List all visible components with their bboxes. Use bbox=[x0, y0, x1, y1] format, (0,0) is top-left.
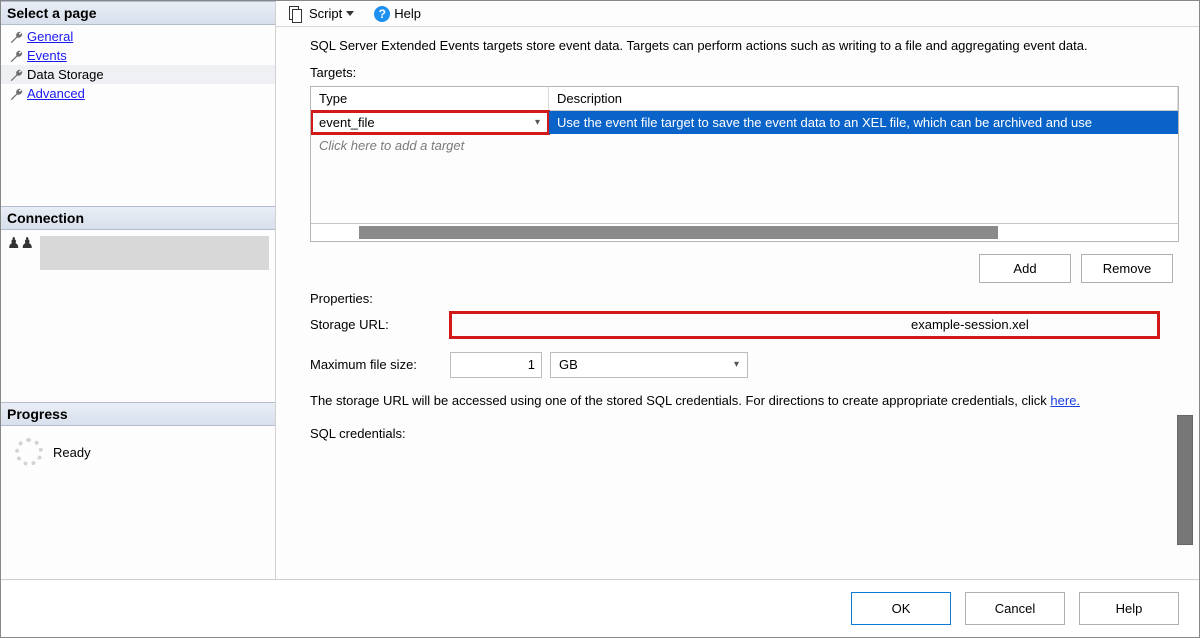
select-page-header: Select a page bbox=[1, 1, 275, 25]
progress-body: Ready bbox=[1, 426, 275, 486]
page-list: General Events Data Storage bbox=[1, 25, 275, 113]
chevron-down-icon bbox=[346, 11, 354, 16]
storage-url-input[interactable]: example-session.xel bbox=[450, 312, 1159, 338]
page-item-events[interactable]: Events bbox=[1, 46, 275, 65]
properties-header: Properties: bbox=[310, 291, 1179, 306]
left-pane: Select a page General Events bbox=[1, 1, 276, 579]
page-item-label: Advanced bbox=[27, 86, 85, 101]
page-item-label: General bbox=[27, 29, 73, 44]
wrench-icon bbox=[9, 30, 23, 44]
sql-credentials-label: SQL credentials: bbox=[310, 426, 1179, 441]
help-icon: ? bbox=[374, 6, 390, 22]
targets-grid: Type Description event_file ▾ Use the ev… bbox=[310, 86, 1179, 242]
progress-header: Progress bbox=[1, 402, 275, 426]
page-item-label: Data Storage bbox=[27, 67, 104, 82]
max-file-size-input[interactable] bbox=[450, 352, 542, 378]
page-item-advanced[interactable]: Advanced bbox=[1, 84, 275, 103]
targets-label: Targets: bbox=[310, 65, 1179, 80]
connection-icon: ♟♟ bbox=[7, 236, 34, 251]
type-value: event_file bbox=[319, 115, 375, 130]
storage-url-value: example-session.xel bbox=[911, 317, 1029, 332]
connection-header: Connection bbox=[1, 206, 275, 230]
page-item-label: Events bbox=[27, 48, 67, 63]
chevron-down-icon: ▾ bbox=[535, 117, 540, 128]
horizontal-scrollbar[interactable] bbox=[311, 223, 1178, 241]
page-description: SQL Server Extended Events targets store… bbox=[310, 37, 1179, 55]
spinner-icon bbox=[15, 438, 43, 466]
wrench-icon bbox=[9, 87, 23, 101]
script-label: Script bbox=[309, 6, 342, 21]
script-button[interactable]: Script bbox=[282, 3, 361, 25]
grid-header: Type Description bbox=[311, 87, 1178, 111]
storage-note: The storage URL will be accessed using o… bbox=[310, 392, 1179, 410]
help-button-bottom[interactable]: Help bbox=[1079, 592, 1179, 625]
vertical-scrollbar[interactable] bbox=[1177, 415, 1193, 545]
description-cell: Use the event file target to save the ev… bbox=[549, 111, 1178, 134]
script-icon bbox=[289, 6, 305, 22]
storage-url-label: Storage URL: bbox=[310, 317, 450, 332]
cancel-button[interactable]: Cancel bbox=[965, 592, 1065, 625]
connection-value bbox=[40, 236, 269, 270]
help-button[interactable]: ? Help bbox=[367, 3, 428, 25]
max-file-size-label: Maximum file size: bbox=[310, 357, 450, 372]
wrench-icon bbox=[9, 49, 23, 63]
connection-body: ♟♟ bbox=[1, 230, 275, 310]
storage-note-link[interactable]: here. bbox=[1050, 393, 1080, 408]
table-row[interactable]: event_file ▾ Use the event file target t… bbox=[311, 111, 1178, 134]
add-button[interactable]: Add bbox=[979, 254, 1071, 283]
page-item-general[interactable]: General bbox=[1, 27, 275, 46]
storage-note-text: The storage URL will be accessed using o… bbox=[310, 393, 1050, 408]
help-label: Help bbox=[394, 6, 421, 21]
page-item-data-storage[interactable]: Data Storage bbox=[1, 65, 275, 84]
type-cell[interactable]: event_file ▾ bbox=[311, 111, 549, 134]
main-pane: Script ? Help SQL Server Extended Events… bbox=[276, 1, 1199, 579]
max-file-size-unit-select[interactable]: GB ▾ bbox=[550, 352, 748, 378]
add-target-hint[interactable]: Click here to add a target bbox=[311, 134, 1178, 157]
unit-value: GB bbox=[559, 357, 578, 372]
chevron-down-icon: ▾ bbox=[734, 359, 739, 370]
toolbar: Script ? Help bbox=[276, 1, 1199, 27]
col-header-type[interactable]: Type bbox=[311, 87, 549, 110]
remove-button[interactable]: Remove bbox=[1081, 254, 1173, 283]
wrench-icon bbox=[9, 68, 23, 82]
ok-button[interactable]: OK bbox=[851, 592, 951, 625]
progress-status: Ready bbox=[53, 445, 91, 460]
col-header-description[interactable]: Description bbox=[549, 87, 1178, 110]
dialog-button-bar: OK Cancel Help bbox=[1, 579, 1199, 637]
